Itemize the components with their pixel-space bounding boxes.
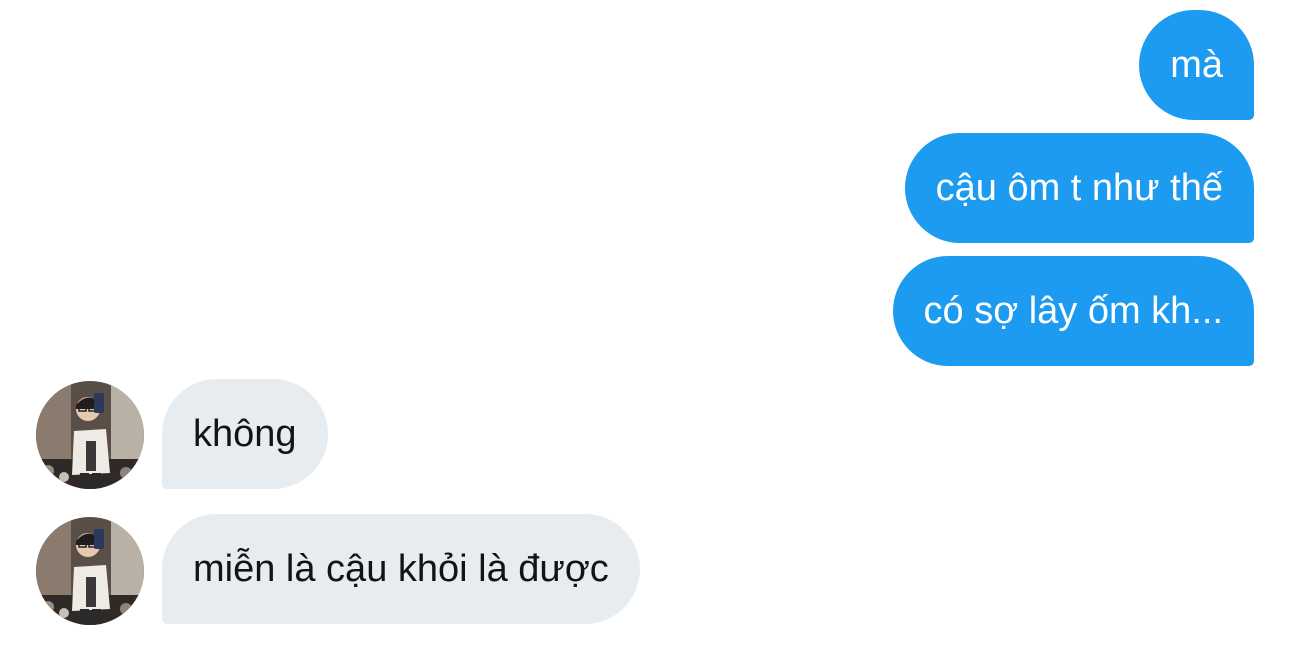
user-avatar-icon[interactable] xyxy=(36,517,144,625)
received-message-bubble[interactable]: không xyxy=(162,379,328,489)
received-message-bubble[interactable]: miễn là cậu khỏi là được xyxy=(162,514,640,624)
sent-message-bubble[interactable]: có sợ lây ốm kh... xyxy=(892,256,1254,366)
sent-message-bubble[interactable]: mà xyxy=(1139,10,1254,120)
sent-message-bubble[interactable]: cậu ôm t như thế xyxy=(904,133,1254,243)
user-avatar-icon[interactable] xyxy=(36,381,144,489)
